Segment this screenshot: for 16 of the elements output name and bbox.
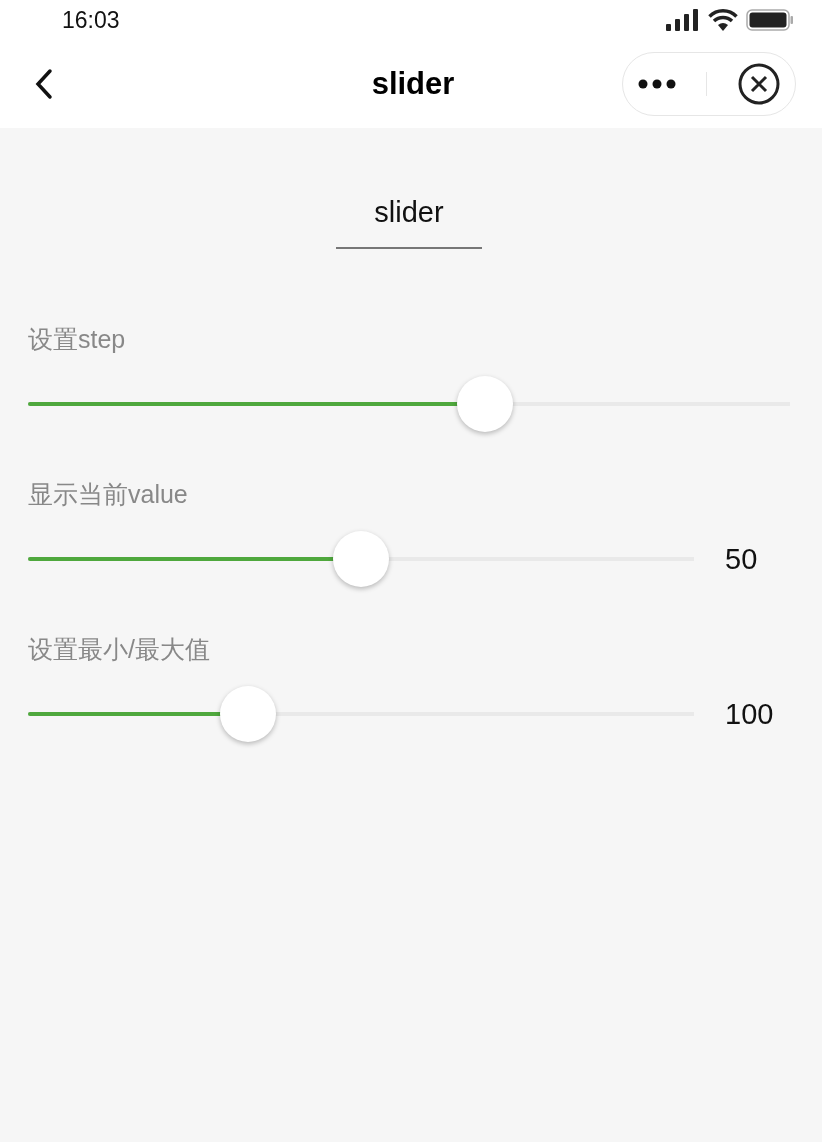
slider-thumb[interactable] xyxy=(333,531,389,587)
slider-thumb[interactable] xyxy=(219,686,276,742)
slider-value: 50 xyxy=(725,542,759,576)
signal-icon xyxy=(666,9,700,31)
more-icon[interactable] xyxy=(638,79,677,89)
slider-label: 设置最小/最大值 xyxy=(28,634,211,665)
slider-value: 100 xyxy=(725,697,775,731)
wifi-icon xyxy=(708,9,738,31)
nav-title: slider xyxy=(371,66,455,102)
status-time: 16:03 xyxy=(62,6,120,34)
slider-thumb[interactable] xyxy=(457,376,514,432)
slider-label: 显示当前value xyxy=(28,479,189,510)
page-heading: slider xyxy=(336,196,482,249)
slider-label: 设置step xyxy=(28,324,127,355)
close-icon[interactable] xyxy=(737,63,780,105)
battery-icon xyxy=(746,9,794,31)
